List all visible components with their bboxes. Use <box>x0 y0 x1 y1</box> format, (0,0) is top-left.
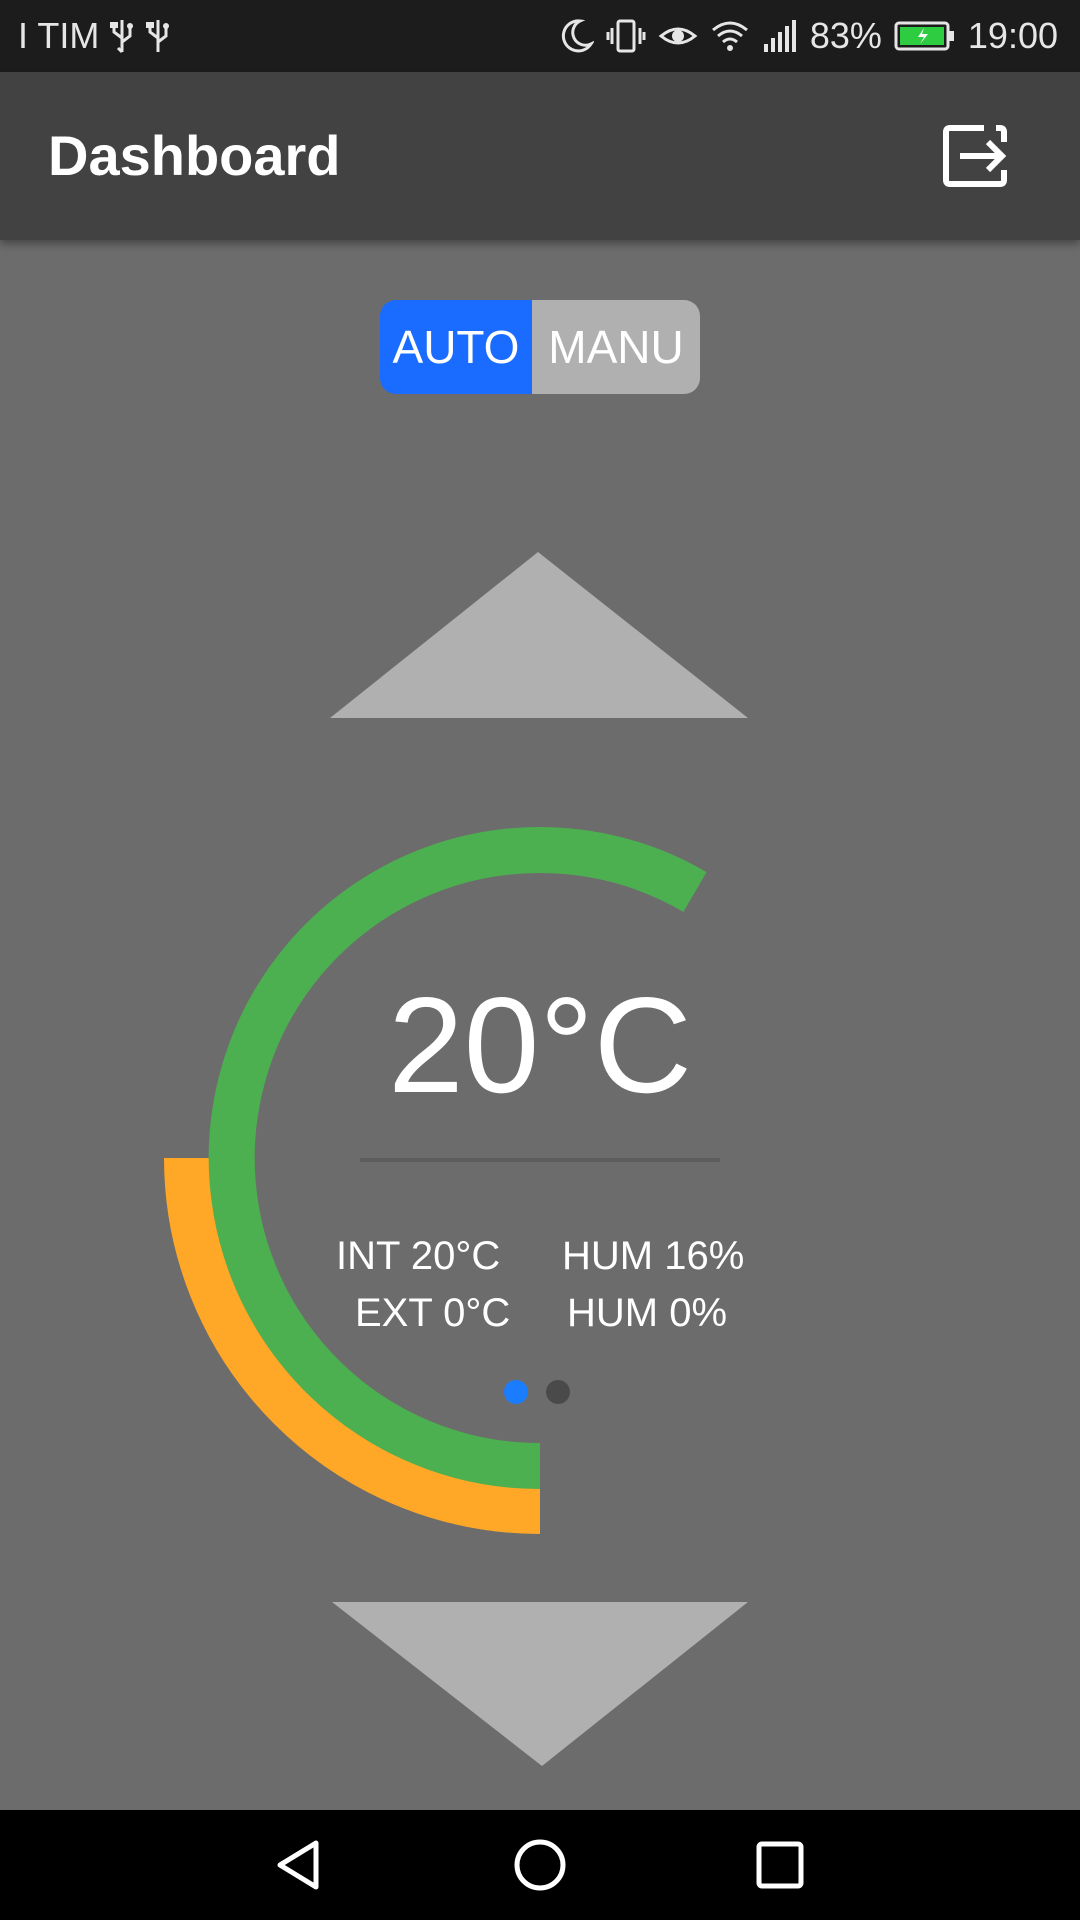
back-button[interactable] <box>240 1810 360 1920</box>
navigation-bar <box>0 1810 1080 1920</box>
home-button[interactable] <box>480 1810 600 1920</box>
moon-icon <box>560 18 594 54</box>
signal-icon <box>762 18 798 54</box>
recents-button[interactable] <box>720 1810 840 1920</box>
vibrate-icon <box>606 18 646 54</box>
app-bar: Dashboard <box>0 72 1080 240</box>
temperature-up-button[interactable] <box>328 550 752 727</box>
logout-button[interactable] <box>936 116 1016 196</box>
divider <box>360 1158 720 1162</box>
recents-icon <box>756 1841 804 1889</box>
page-indicator <box>504 1380 570 1404</box>
status-bar: I TIM 83% 19:00 <box>0 0 1080 72</box>
status-left: I TIM <box>18 0 171 72</box>
eye-icon <box>658 18 698 54</box>
home-icon <box>514 1839 566 1891</box>
triangle-down-icon <box>332 1602 748 1766</box>
external-humidity: HUM 0% <box>567 1291 728 1335</box>
logout-icon <box>943 125 1007 187</box>
manual-mode-button[interactable]: MANU <box>532 300 700 394</box>
battery-charging-icon <box>894 20 956 52</box>
status-right: 83% 19:00 <box>560 0 1058 72</box>
wifi-icon <box>710 18 750 54</box>
auto-mode-button[interactable]: AUTO <box>380 300 532 394</box>
usb-icon <box>145 18 171 54</box>
battery-percent: 83% <box>809 15 882 56</box>
usb-icon <box>109 18 135 54</box>
page-dot-active[interactable] <box>504 1380 528 1404</box>
internal-humidity: HUM 16% <box>562 1234 745 1278</box>
page-title: Dashboard <box>48 124 341 187</box>
temperature-down-button[interactable] <box>330 1600 750 1775</box>
external-temperature: EXT 0°C <box>355 1291 511 1335</box>
page-dot[interactable] <box>546 1380 570 1404</box>
current-temperature: 20°C <box>388 969 692 1121</box>
mode-toggle: AUTO MANU <box>380 300 700 394</box>
triangle-up-icon <box>330 552 748 718</box>
back-icon <box>277 1840 319 1890</box>
internal-temperature: INT 20°C <box>336 1234 501 1278</box>
clock: 19:00 <box>967 15 1058 56</box>
carrier-name: I TIM <box>18 15 100 56</box>
